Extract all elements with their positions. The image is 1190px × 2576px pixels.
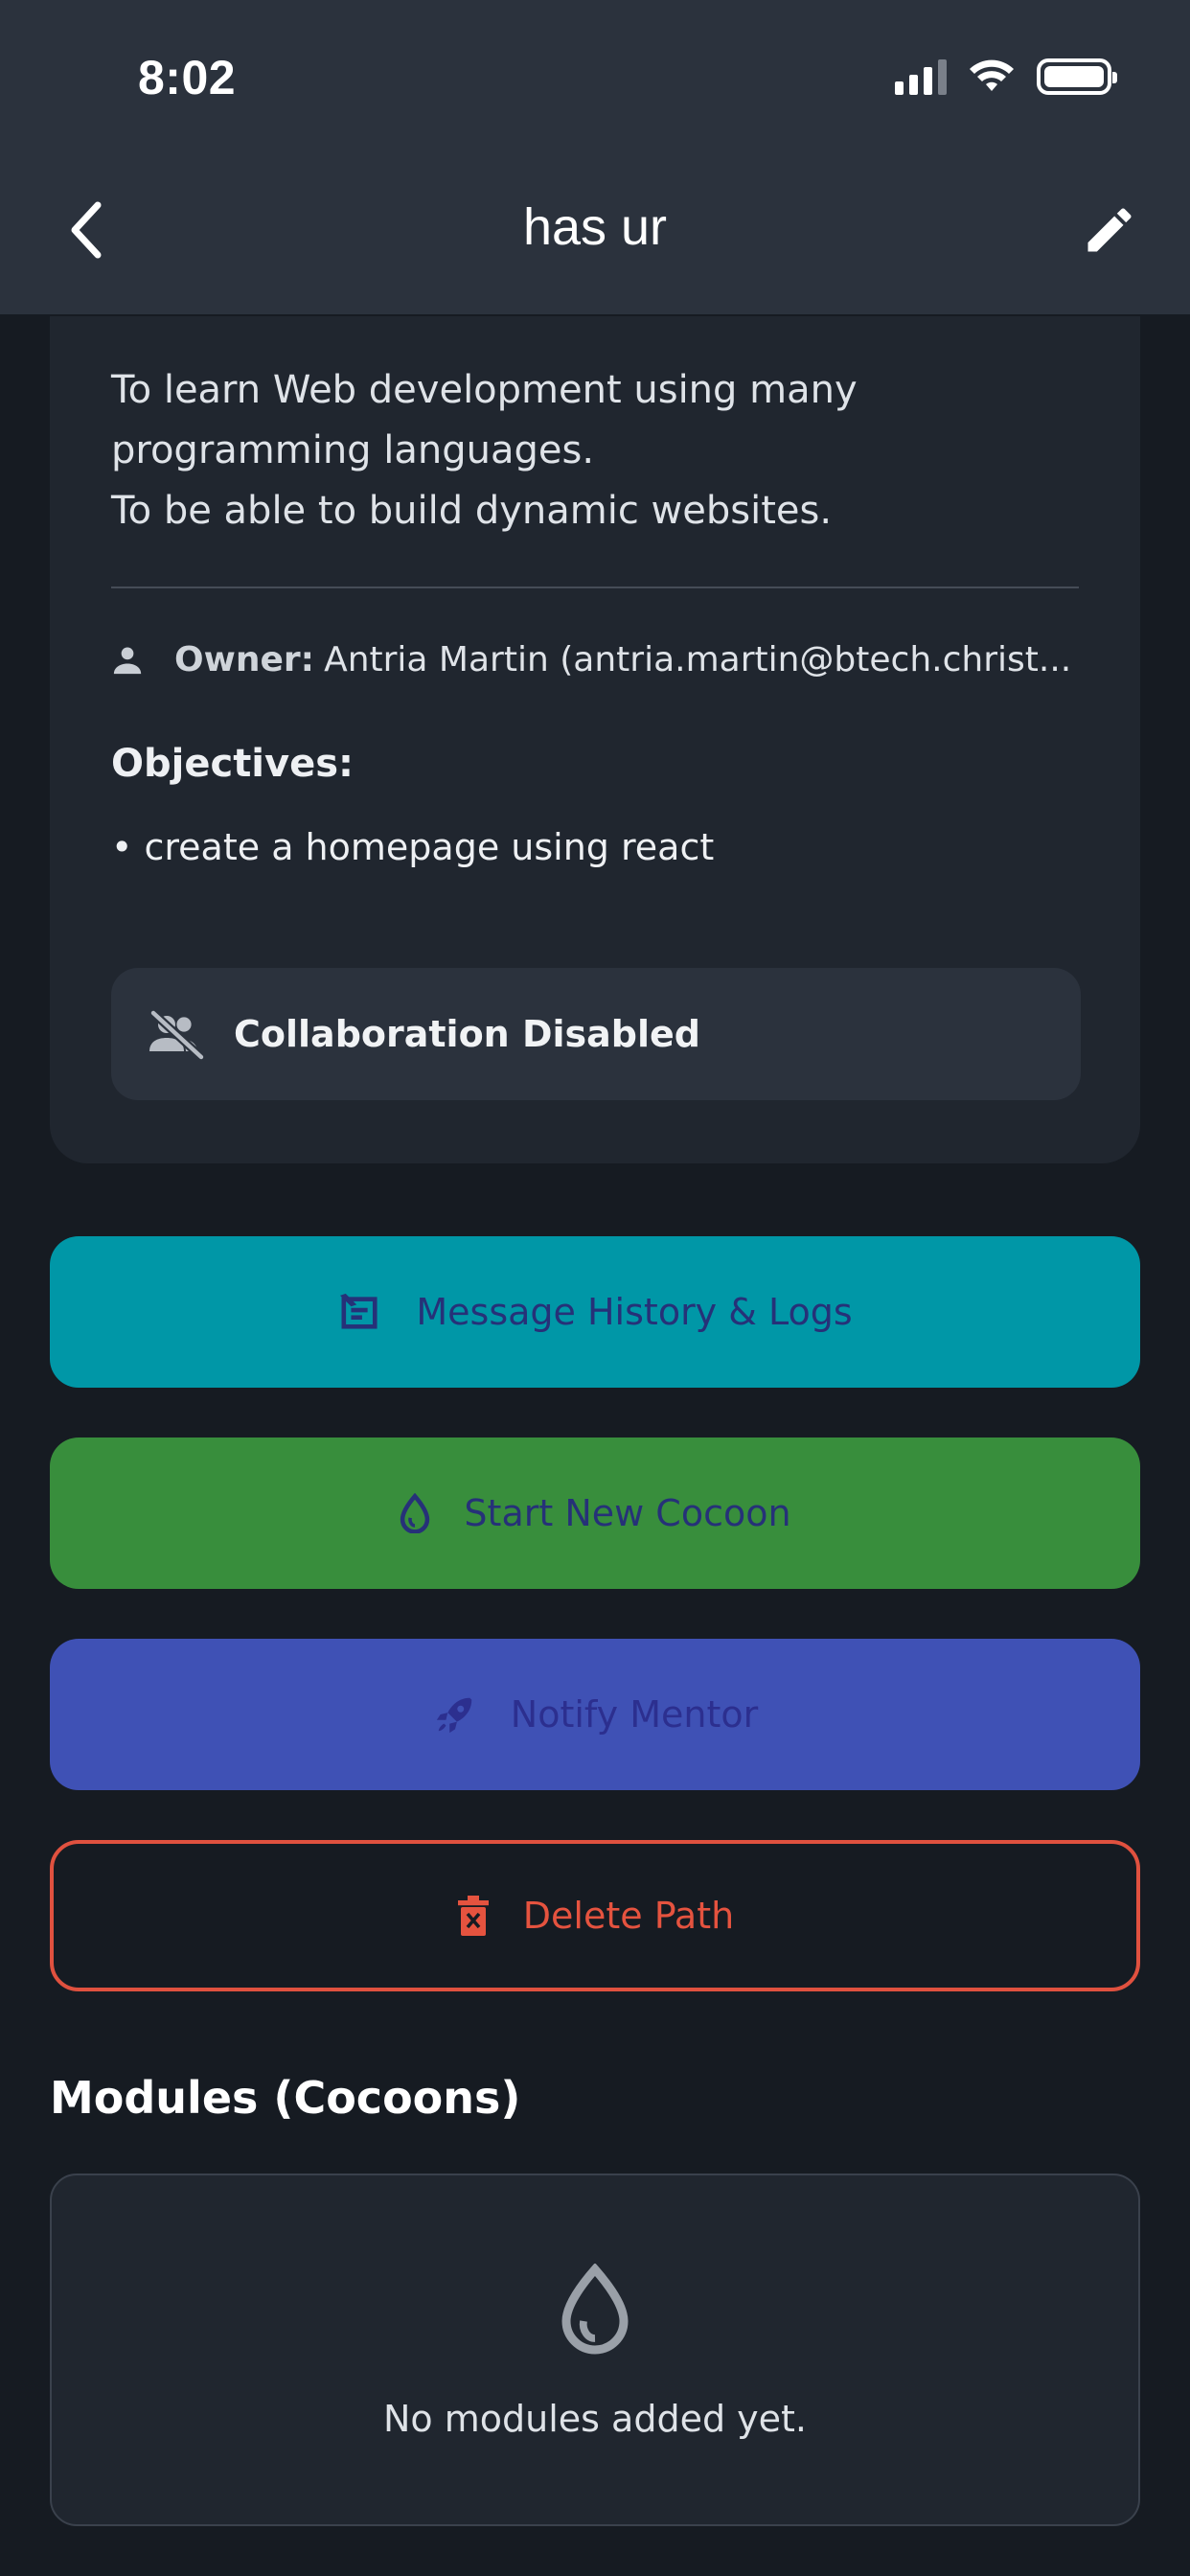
message-history-label: Message History & Logs (416, 1291, 853, 1333)
history-edit-icon (340, 1293, 378, 1329)
divider (111, 586, 1079, 588)
path-description: To learn Web development using many prog… (111, 368, 858, 533)
start-cocoon-label: Start New Cocoon (464, 1492, 791, 1534)
page-title: has ur (522, 198, 668, 256)
notify-mentor-label: Notify Mentor (510, 1693, 759, 1736)
owner-row: Owner: Antria Martin (antria.martin@btec… (111, 640, 1088, 679)
objectives-heading: Objectives: (111, 742, 355, 786)
delete-path-label: Delete Path (522, 1895, 735, 1937)
person-icon (113, 647, 142, 674)
delete-path-button[interactable]: Delete Path (50, 1840, 1140, 1991)
message-history-button[interactable]: Message History & Logs (50, 1236, 1140, 1388)
egg-icon (400, 1493, 430, 1533)
cellular-signal-icon (895, 58, 947, 95)
status-time: 8:02 (138, 51, 237, 104)
battery-icon (1037, 58, 1117, 95)
rocket-icon (436, 1697, 472, 1734)
objective-item: • create a homepage using react (111, 826, 715, 868)
collaboration-status-badge: Collaboration Disabled (111, 968, 1081, 1100)
wifi-icon (970, 59, 1014, 91)
collaboration-status-text: Collaboration Disabled (234, 1013, 700, 1055)
pencil-icon (1087, 208, 1132, 252)
modules-heading: Modules (Cocoons) (50, 2072, 521, 2124)
modules-empty-text: No modules added yet. (383, 2398, 807, 2440)
owner-label: Owner: (174, 640, 315, 679)
notify-mentor-button[interactable]: Notify Mentor (50, 1639, 1140, 1790)
status-icons (895, 58, 1117, 96)
edit-button[interactable] (1071, 196, 1148, 264)
app-header: 8:02 has ur (0, 0, 1190, 314)
trash-icon (457, 1896, 489, 1936)
owner-value: Antria Martin (antria.martin@btech.chris… (324, 640, 1072, 679)
start-cocoon-button[interactable]: Start New Cocoon (50, 1438, 1140, 1589)
people-off-icon (149, 1009, 205, 1061)
egg-icon (561, 2264, 629, 2355)
